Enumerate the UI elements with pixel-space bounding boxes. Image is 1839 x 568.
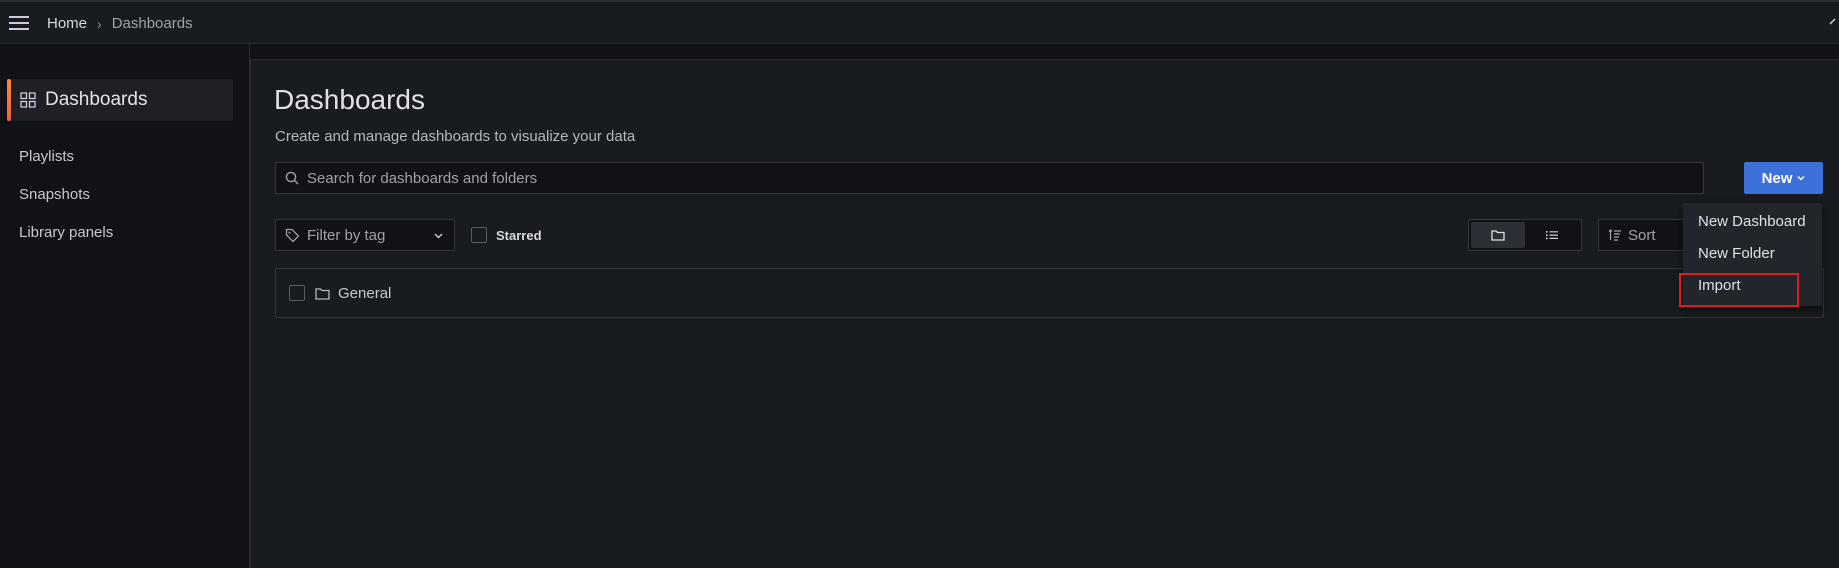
sidebar-item-snapshots[interactable]: Snapshots xyxy=(19,186,90,203)
breadcrumb-separator: › xyxy=(97,15,102,32)
starred-filter[interactable]: Starred xyxy=(471,227,542,243)
breadcrumb: Home › Dashboards xyxy=(47,15,193,32)
page-subtitle: Create and manage dashboards to visualiz… xyxy=(275,128,636,145)
menu-icon[interactable] xyxy=(9,16,29,30)
top-bar: Home › Dashboards xyxy=(0,0,1839,44)
sort-icon xyxy=(1608,229,1621,241)
sort-label: Sort xyxy=(1628,226,1656,244)
search-input[interactable] xyxy=(305,164,1703,192)
folder-row-general[interactable]: General xyxy=(275,268,1824,318)
menu-item-new-folder[interactable]: New Folder xyxy=(1698,245,1775,262)
view-mode-toggle xyxy=(1468,219,1582,251)
breadcrumb-current: Dashboards xyxy=(111,15,193,32)
tag-icon xyxy=(285,228,300,242)
list-icon xyxy=(1546,231,1558,240)
main-panel: Dashboards Create and manage dashboards … xyxy=(250,59,1839,568)
starred-label: Starred xyxy=(496,227,542,243)
folder-icon xyxy=(1491,230,1505,241)
chevron-down-icon xyxy=(1797,176,1805,181)
filter-by-tag-label: Filter by tag xyxy=(307,226,386,244)
chevron-down-icon xyxy=(434,233,443,239)
apps-grid-icon xyxy=(20,92,36,108)
sidebar: Dashboards Playlists Snapshots Library p… xyxy=(0,44,250,568)
folder-name: General xyxy=(338,284,392,302)
sidebar-active-label: Dashboards xyxy=(45,89,148,110)
filter-by-tag-select[interactable]: Filter by tag xyxy=(275,219,455,251)
page-title: Dashboards xyxy=(274,84,425,115)
new-button-label: New xyxy=(1761,169,1793,187)
sidebar-item-dashboards[interactable]: Dashboards xyxy=(7,79,233,121)
sidebar-item-library-panels[interactable]: Library panels xyxy=(19,224,113,241)
list-view-button[interactable] xyxy=(1525,222,1579,248)
folder-view-button[interactable] xyxy=(1471,222,1525,248)
menu-item-new-dashboard[interactable]: New Dashboard xyxy=(1698,213,1806,230)
chevron-up-icon[interactable] xyxy=(1829,16,1839,28)
search-icon xyxy=(285,171,299,185)
new-button[interactable]: New xyxy=(1744,162,1823,194)
menu-item-import[interactable]: Import xyxy=(1698,277,1741,294)
folder-checkbox[interactable] xyxy=(289,285,305,301)
sidebar-item-playlists[interactable]: Playlists xyxy=(19,148,74,165)
starred-checkbox[interactable] xyxy=(471,227,487,243)
folder-icon xyxy=(315,287,330,300)
breadcrumb-home[interactable]: Home xyxy=(47,15,87,32)
search-box xyxy=(275,162,1704,194)
new-dropdown-menu: New Dashboard New Folder Import xyxy=(1683,203,1822,306)
